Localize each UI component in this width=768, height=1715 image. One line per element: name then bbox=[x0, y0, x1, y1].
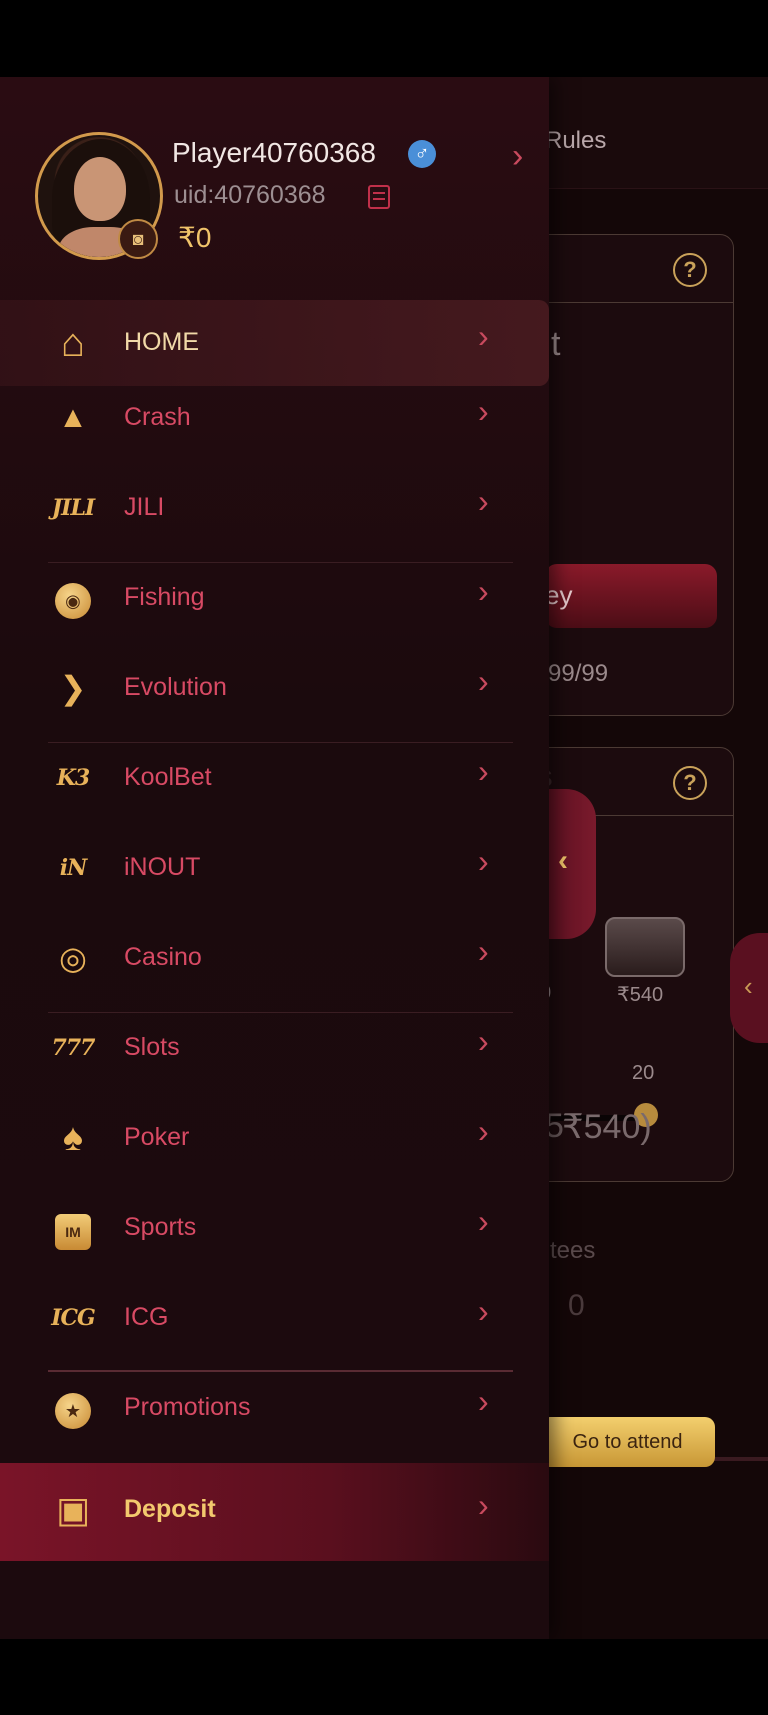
rocket-icon: ▲ bbox=[58, 401, 88, 434]
card-1-button[interactable]: ey bbox=[545, 564, 717, 628]
menu-item-icg[interactable]: ICG ICG › bbox=[0, 1275, 549, 1361]
slider-value: 20 bbox=[632, 1062, 655, 1084]
screen: Rules ? t ey 99/99 ns ? ₹540 0 20 5 ₹540… bbox=[0, 0, 768, 1715]
menu-item-casino[interactable]: ◎ Casino › bbox=[0, 915, 549, 1001]
menu-item-koolbet[interactable]: K3 KoolBet › bbox=[0, 735, 549, 821]
card-1-text-fragment: t bbox=[551, 325, 561, 363]
rules-link[interactable]: Rules bbox=[545, 127, 606, 155]
home-icon: ⌂ bbox=[60, 321, 86, 365]
help-icon[interactable]: ? bbox=[673, 766, 707, 800]
menu-item-poker[interactable]: ♠ Poker › bbox=[0, 1095, 549, 1181]
prize-chest-icon bbox=[605, 917, 685, 977]
menu-item-label: Deposit bbox=[124, 1495, 216, 1523]
sports-icon-glyph: IM bbox=[55, 1214, 91, 1250]
evolution-icon: ❯ bbox=[59, 670, 87, 706]
menu-item-label: Poker bbox=[124, 1123, 190, 1151]
chevron-left-icon: ‹ bbox=[558, 844, 568, 877]
right-side-tab[interactable]: ‹ bbox=[730, 933, 768, 1043]
chevron-right-icon: › bbox=[478, 933, 489, 969]
chevron-right-icon: › bbox=[478, 1113, 489, 1149]
medal-icon: ★ bbox=[48, 1385, 98, 1431]
navigation-drawer: ◙ Player40760368 ♂ uid:40760368 ₹0 › ⌂ H… bbox=[0, 77, 549, 1639]
chevron-right-icon: › bbox=[478, 483, 489, 519]
copy-icon[interactable] bbox=[368, 185, 390, 209]
menu-item-promotions[interactable]: ★ Promotions › bbox=[0, 1365, 549, 1451]
coins-icon: ◎ bbox=[59, 940, 87, 976]
prize-amount: ₹540 bbox=[617, 984, 664, 1006]
chevron-left-icon: ‹ bbox=[744, 971, 753, 1001]
chevron-right-icon: › bbox=[478, 1487, 489, 1523]
menu-item-label: Sports bbox=[124, 1213, 197, 1241]
chevron-right-icon: › bbox=[478, 393, 489, 429]
card-1-counter: 99/99 bbox=[548, 660, 609, 687]
chevron-right-icon: › bbox=[478, 753, 489, 789]
chevron-right-icon: › bbox=[478, 1203, 489, 1239]
menu-item-label: Evolution bbox=[124, 673, 227, 701]
inout-icon: iN bbox=[59, 855, 87, 881]
chevron-right-icon[interactable]: › bbox=[512, 137, 523, 176]
spade-icon: ♠ bbox=[62, 1117, 84, 1159]
player-uid: uid:40760368 bbox=[174, 181, 326, 209]
chevron-right-icon: › bbox=[478, 318, 489, 354]
menu-item-label: Casino bbox=[124, 943, 202, 971]
menu-item-label: Promotions bbox=[124, 1393, 251, 1421]
icg-logo-icon: ICG bbox=[51, 1305, 96, 1331]
menu-item-label: Crash bbox=[124, 403, 191, 431]
medal-icon-glyph: ★ bbox=[55, 1393, 91, 1429]
menu-item-deposit[interactable]: ▣ Deposit › bbox=[0, 1463, 549, 1561]
chevron-right-icon: › bbox=[478, 573, 489, 609]
player-name: Player40760368 bbox=[172, 137, 376, 168]
menu-item-label: Fishing bbox=[124, 583, 205, 611]
male-gender-icon: ♂ bbox=[408, 140, 436, 168]
go-to-attend-button[interactable]: Go to attend bbox=[540, 1417, 715, 1467]
profile-header[interactable]: ◙ Player40760368 ♂ uid:40760368 ₹0 › bbox=[0, 77, 549, 297]
menu-item-label: ICG bbox=[124, 1303, 169, 1331]
menu-item-jili[interactable]: JILI JILI › bbox=[0, 465, 549, 551]
fish-icon: ◉ bbox=[48, 575, 98, 621]
help-icon[interactable]: ? bbox=[673, 253, 707, 287]
avatar-face bbox=[74, 157, 126, 221]
menu-item-home[interactable]: ⌂ HOME › bbox=[0, 300, 549, 386]
background-card-1: ? t bbox=[520, 234, 734, 716]
menu-item-inout[interactable]: iN iNOUT › bbox=[0, 825, 549, 911]
wallet-icon: ▣ bbox=[55, 1489, 90, 1530]
card-1-button-label: ey bbox=[545, 580, 573, 610]
menu-item-crash[interactable]: ▲ Crash › bbox=[0, 375, 549, 461]
menu-item-sports[interactable]: IM Sports › bbox=[0, 1185, 549, 1271]
chevron-right-icon: › bbox=[478, 843, 489, 879]
menu-item-evolution[interactable]: ❯ Evolution › bbox=[0, 645, 549, 731]
menu-item-label: JILI bbox=[124, 493, 165, 521]
chevron-right-icon: › bbox=[478, 1293, 489, 1329]
chevron-right-icon: › bbox=[478, 1383, 489, 1419]
menu-item-label: KoolBet bbox=[124, 763, 212, 791]
player-balance: ₹0 bbox=[178, 222, 212, 253]
camera-icon[interactable]: ◙ bbox=[118, 219, 158, 259]
koolbet-icon: K3 bbox=[56, 765, 90, 791]
menu-item-fishing[interactable]: ◉ Fishing › bbox=[0, 555, 549, 641]
chevron-right-icon: › bbox=[478, 1023, 489, 1059]
total-amount: ₹540) bbox=[562, 1108, 652, 1146]
jili-logo-icon: JILI bbox=[51, 495, 95, 521]
card-1-header: ? bbox=[521, 235, 733, 303]
chevron-right-icon: › bbox=[478, 663, 489, 699]
menu-item-label: HOME bbox=[124, 328, 199, 356]
trustees-fragment: tees bbox=[550, 1237, 596, 1264]
trustees-value: 0 bbox=[568, 1289, 585, 1322]
fish-icon-glyph: ◉ bbox=[55, 583, 91, 619]
menu-item-slots[interactable]: 777 Slots › bbox=[0, 1005, 549, 1091]
menu-item-label: iNOUT bbox=[124, 853, 201, 881]
menu-item-label: Slots bbox=[124, 1033, 180, 1061]
sports-icon: IM bbox=[48, 1205, 98, 1251]
slots-777-icon: 777 bbox=[51, 1035, 96, 1061]
